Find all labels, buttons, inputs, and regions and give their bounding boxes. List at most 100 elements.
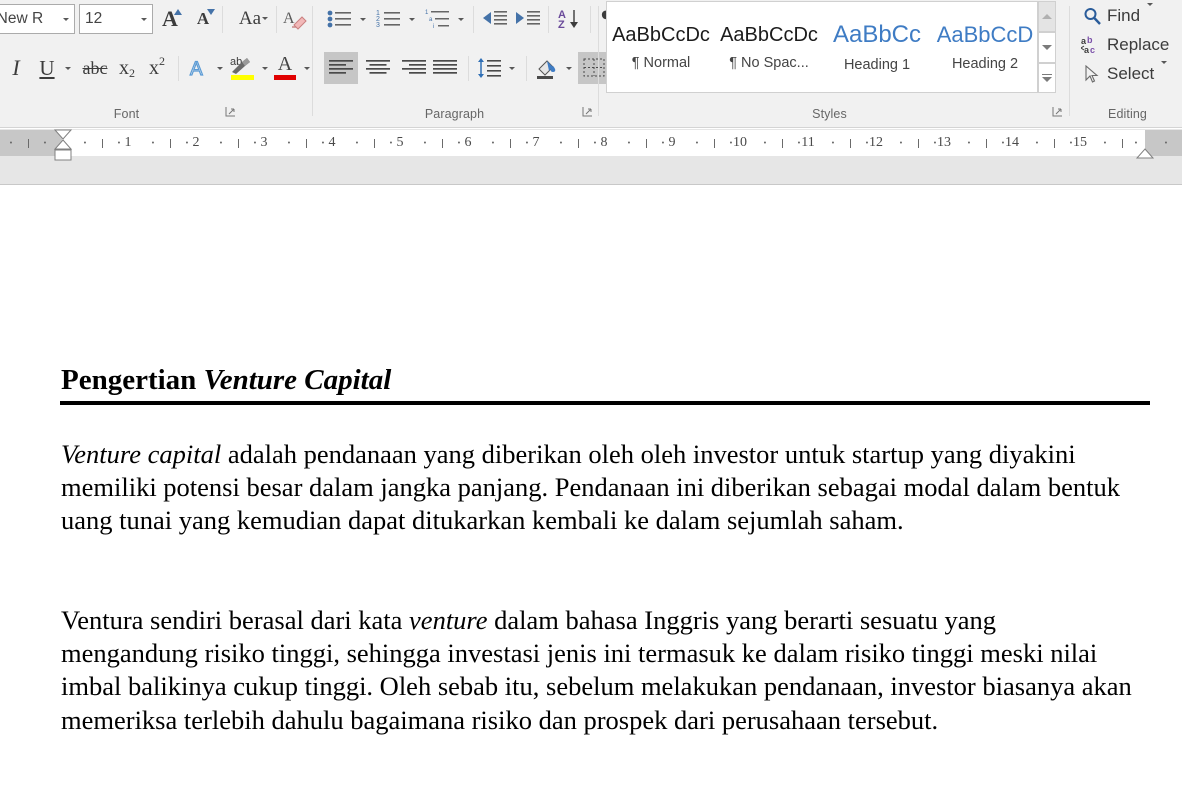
- ruler-number: 10: [733, 135, 747, 150]
- cursor-icon: [1079, 64, 1105, 84]
- strikethrough-label: abc: [82, 57, 108, 78]
- styles-gallery[interactable]: AaBbCcDc ¶ Normal AaBbCcDc ¶ No Spac... …: [606, 1, 1038, 93]
- numbering-dropdown-arrow[interactable]: [404, 4, 420, 34]
- ruler-tick: [215, 130, 227, 156]
- superscript-button[interactable]: x2: [142, 52, 172, 84]
- ruler-tick: [1116, 130, 1128, 156]
- italic-button[interactable]: I: [2, 52, 30, 84]
- ruler-number: 13: [937, 135, 951, 150]
- scroll-down-icon[interactable]: [1038, 32, 1056, 63]
- group-label-editing: Editing: [1108, 107, 1147, 121]
- document-heading[interactable]: Pengertian Venture Capital: [61, 364, 391, 397]
- svg-text:3: 3: [376, 22, 380, 29]
- ruler-tick: [79, 130, 91, 156]
- text-effects-button[interactable]: A: [183, 52, 213, 84]
- find-label: Find: [1107, 6, 1141, 25]
- ruler-tick: [436, 130, 448, 156]
- find-button[interactable]: Find: [1079, 2, 1154, 30]
- change-case-label: Aa: [238, 8, 262, 29]
- style-name: ¶ No Spac...: [729, 54, 809, 71]
- more-styles-icon[interactable]: [1038, 63, 1056, 93]
- svg-text:A: A: [190, 59, 203, 80]
- font-color-button[interactable]: A: [270, 50, 300, 84]
- line-spacing-icon[interactable]: [473, 52, 505, 84]
- align-left-icon[interactable]: [324, 52, 358, 84]
- font-name-value: es New R: [0, 10, 44, 27]
- paragraph-dialog-launcher[interactable]: [582, 106, 596, 120]
- ruler-tick: [963, 130, 975, 156]
- group-label-font: Font: [113, 107, 140, 121]
- ruler-bar[interactable]: 1 2 3 4 5 6 7 8 9 10: [0, 130, 1182, 156]
- numbering-icon[interactable]: 1 2 3: [373, 4, 405, 34]
- ribbon: es New R 12 A A Aa A: [0, 0, 1182, 128]
- ruler-number: 9: [668, 135, 676, 150]
- ruler-tick: [623, 130, 635, 156]
- font-dialog-launcher[interactable]: [225, 106, 239, 120]
- font-name-combo[interactable]: es New R: [0, 4, 75, 34]
- shading-icon[interactable]: [530, 52, 562, 84]
- ruler-tick: [96, 130, 108, 156]
- document-area[interactable]: Pengertian Venture Capital Venture capit…: [0, 186, 1182, 788]
- shading-dropdown-arrow[interactable]: [561, 52, 577, 84]
- left-indent-marker[interactable]: [53, 129, 73, 168]
- line-spacing-dropdown-arrow[interactable]: [504, 52, 520, 84]
- font-size-value: 12: [85, 10, 103, 27]
- ruler[interactable]: 1 2 3 4 5 6 7 8 9 10: [0, 129, 1182, 185]
- align-center-icon[interactable]: [361, 52, 395, 84]
- subscript-button[interactable]: x2: [112, 52, 142, 84]
- sort-icon[interactable]: A Z: [554, 4, 586, 34]
- paragraph-1[interactable]: Venture capital adalah pendanaan yang di…: [61, 438, 1139, 538]
- ruler-tick: [487, 130, 499, 156]
- underline-label: U: [39, 55, 55, 80]
- find-dropdown-arrow[interactable]: [1147, 3, 1154, 26]
- style-item-heading-1[interactable]: AaBbCc Heading 1: [823, 2, 931, 92]
- strikethrough-button[interactable]: abc: [78, 52, 112, 84]
- paragraph-2[interactable]: Ventura sendiri berasal dari kata ventur…: [61, 604, 1139, 737]
- select-label: Select: [1107, 64, 1155, 83]
- font-size-dropdown-arrow[interactable]: [136, 5, 152, 33]
- style-item-normal[interactable]: AaBbCcDc ¶ Normal: [607, 2, 715, 92]
- font-name-dropdown-arrow[interactable]: [58, 5, 74, 33]
- ruler-tick: [5, 130, 17, 156]
- bullets-icon[interactable]: [324, 4, 356, 34]
- increase-indent-icon[interactable]: [512, 4, 544, 34]
- multilevel-list-dropdown-arrow[interactable]: [453, 4, 469, 34]
- justify-icon[interactable]: [428, 52, 462, 84]
- ruler-tick: [759, 130, 771, 156]
- ruler-tick: [419, 130, 431, 156]
- underline-dropdown-arrow[interactable]: [60, 52, 76, 84]
- clear-formatting-icon[interactable]: A: [281, 4, 309, 34]
- right-indent-marker[interactable]: [1135, 147, 1155, 165]
- grow-font-button[interactable]: A: [155, 4, 185, 34]
- ruler-tick: [164, 130, 176, 156]
- select-button[interactable]: Select: [1079, 60, 1168, 88]
- styles-dialog-launcher[interactable]: [1052, 106, 1066, 120]
- replace-button[interactable]: a b a c Replace: [1079, 31, 1169, 59]
- bullets-dropdown-arrow[interactable]: [355, 4, 371, 34]
- ruler-number: 3: [260, 135, 268, 150]
- replace-label: Replace: [1107, 35, 1170, 54]
- shrink-font-button[interactable]: A: [188, 4, 218, 34]
- decrease-indent-icon[interactable]: [479, 4, 511, 34]
- change-case-button[interactable]: Aa: [228, 4, 272, 34]
- scroll-up-icon[interactable]: [1038, 1, 1056, 32]
- ruler-number: 1: [124, 135, 132, 150]
- text-highlight-button[interactable]: ab: [226, 50, 258, 84]
- ruler-tick: [912, 130, 924, 156]
- style-item-heading-2[interactable]: AaBbCcD Heading 2: [931, 2, 1037, 92]
- document-page[interactable]: Pengertian Venture Capital Venture capit…: [0, 186, 1182, 788]
- divider: [312, 6, 313, 116]
- multilevel-list-icon[interactable]: 1 a i: [422, 4, 454, 34]
- select-dropdown-arrow[interactable]: [1161, 61, 1168, 84]
- ruler-tick: [232, 130, 244, 156]
- underline-button[interactable]: U: [33, 52, 61, 84]
- italic-label: I: [12, 55, 20, 80]
- align-right-icon[interactable]: [397, 52, 431, 84]
- ruler-tick: [980, 130, 992, 156]
- style-item-no-spacing[interactable]: AaBbCcDc ¶ No Spac...: [715, 2, 823, 92]
- ruler-tick: [776, 130, 788, 156]
- font-size-combo[interactable]: 12: [79, 4, 153, 34]
- ruler-number: 12: [869, 135, 883, 150]
- heading-text-bold: Pengertian: [61, 364, 204, 396]
- ruler-tick: [1160, 130, 1172, 156]
